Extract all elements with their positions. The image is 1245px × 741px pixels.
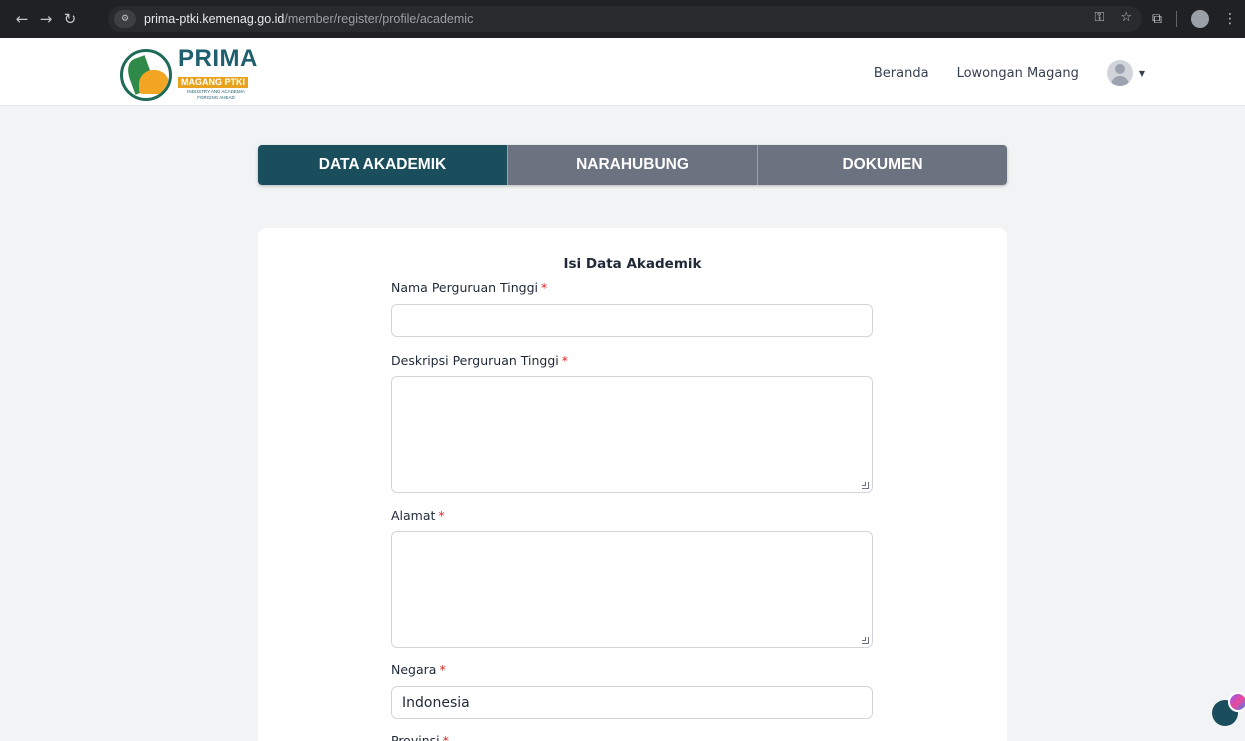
browser-toolbar: ← → ↻ ⚙ prima-ptki.kemenag.go.id/member/…	[0, 0, 1245, 38]
required-mark: *	[561, 353, 568, 368]
forward-icon[interactable]: →	[34, 10, 58, 28]
tab-dokumen[interactable]: DOKUMEN	[757, 145, 1007, 185]
provinsi-label-text: Provinsi	[391, 733, 440, 741]
deskripsi-label-text: Deskripsi Perguruan Tinggi	[391, 353, 559, 368]
logo-emblem-icon	[120, 48, 172, 101]
reload-icon[interactable]: ↻	[58, 10, 82, 28]
logo-title: PRIMA	[178, 45, 258, 72]
key-icon[interactable]: ⚿	[1094, 10, 1104, 25]
negara-label: Negara *	[391, 662, 446, 677]
avatar[interactable]	[1106, 60, 1133, 86]
alamat-textarea[interactable]	[391, 531, 873, 648]
assistant-icon[interactable]	[1228, 692, 1245, 712]
logo-subtitle: MAGANG PTKI	[178, 77, 248, 88]
form-title: Isi Data Akademik	[563, 256, 702, 272]
profile-icon[interactable]	[1191, 10, 1209, 28]
url-host: prima-ptki.kemenag.go.id	[144, 12, 285, 26]
toolbar-divider	[1176, 11, 1177, 27]
nav-link-beranda[interactable]: Beranda	[874, 66, 929, 81]
url-text[interactable]: prima-ptki.kemenag.go.id/member/register…	[144, 12, 473, 26]
menu-icon[interactable]: ⋮	[1223, 11, 1237, 27]
alamat-label-text: Alamat	[391, 508, 436, 523]
negara-input[interactable]: Indonesia	[391, 686, 873, 719]
registration-tabs: DATA AKADEMIK NARAHUBUNG DOKUMEN	[258, 145, 1007, 185]
tab-data-akademik[interactable]: DATA AKADEMIK	[258, 145, 507, 185]
provinsi-label: Provinsi *	[391, 733, 449, 741]
resize-handle-icon[interactable]	[862, 637, 869, 644]
user-menu[interactable]: ▼	[1106, 60, 1145, 86]
required-mark: *	[541, 280, 548, 295]
required-mark: *	[442, 733, 449, 741]
nama-perguruan-input[interactable]	[391, 304, 873, 337]
site-header: PRIMA MAGANG PTKI INDUSTRY AND ACADEMIA …	[0, 38, 1245, 106]
nav-link-lowongan-magang[interactable]: Lowongan Magang	[957, 66, 1079, 81]
negara-label-text: Negara	[391, 662, 437, 677]
tab-narahubung[interactable]: NARAHUBUNG	[507, 145, 757, 185]
deskripsi-textarea[interactable]	[391, 376, 873, 493]
alamat-label: Alamat *	[391, 508, 445, 523]
nama-perguruan-label: Nama Perguruan Tinggi *	[391, 280, 547, 295]
nama-perguruan-label-text: Nama Perguruan Tinggi	[391, 280, 538, 295]
back-icon[interactable]: ←	[10, 10, 34, 28]
site-info-icon[interactable]: ⚙	[114, 10, 136, 28]
address-bar[interactable]: ⚙ prima-ptki.kemenag.go.id/member/regist…	[108, 6, 1142, 32]
deskripsi-label: Deskripsi Perguruan Tinggi *	[391, 353, 568, 368]
site-logo[interactable]: PRIMA MAGANG PTKI INDUSTRY AND ACADEMIA …	[120, 45, 258, 101]
chevron-down-icon[interactable]: ▼	[1139, 69, 1145, 78]
required-mark: *	[438, 508, 445, 523]
resize-handle-icon[interactable]	[862, 482, 869, 489]
logo-tagline: INDUSTRY AND ACADEMIA FORGING AHEAD	[187, 89, 245, 100]
required-mark: *	[439, 662, 446, 677]
url-path: /member/register/profile/academic	[284, 12, 474, 26]
extensions-icon[interactable]: ⧉	[1152, 11, 1162, 27]
academic-form-card: Isi Data Akademik Nama Perguruan Tinggi *…	[258, 228, 1007, 741]
star-icon[interactable]: ☆	[1120, 10, 1132, 25]
